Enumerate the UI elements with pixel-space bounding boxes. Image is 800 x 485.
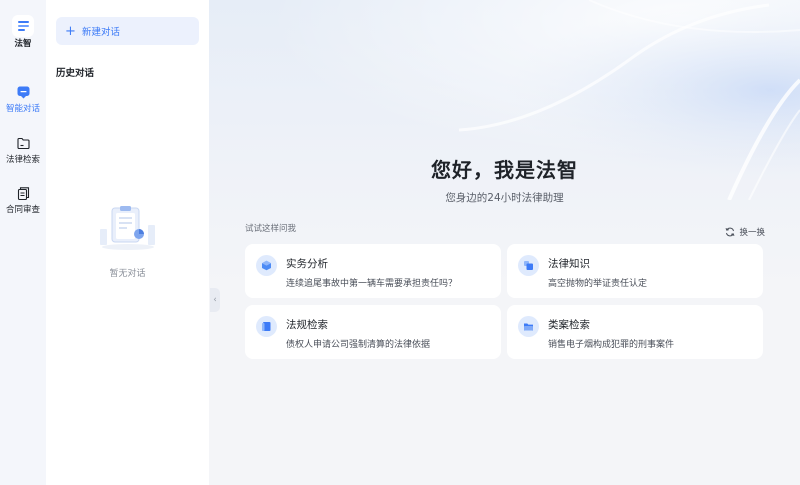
suggestion-card-practice[interactable]: 实务分析 连续追尾事故中第一辆车需要承担责任吗？ (245, 244, 501, 298)
new-chat-label: 新建对话 (82, 27, 121, 38)
suggestion-card-similar-cases[interactable]: 类案检索 销售电子烟构成犯罪的刑事案件 (507, 305, 763, 359)
blocks-icon (518, 255, 539, 276)
nav-rail: 法智 智能对话 法律检索 合同审查 (0, 0, 46, 485)
plus-icon: + (65, 23, 76, 39)
chat-icon (16, 85, 30, 99)
chevron-left-icon: ‹ (213, 295, 217, 305)
card-title: 类案检索 (548, 319, 590, 331)
card-description: 债权人申请公司强制清算的法律依据 (286, 340, 431, 350)
nav-item-label: 合同审查 (5, 205, 40, 215)
refresh-label: 换一换 (739, 227, 765, 238)
greeting-subtitle: 您身边的24小时法律助理 (445, 192, 564, 204)
refresh-icon (725, 222, 735, 241)
nav-item-label: 智能对话 (5, 104, 40, 114)
collapse-sidebar-button[interactable]: ‹ (210, 288, 220, 312)
card-title: 法规检索 (286, 319, 328, 331)
new-chat-button[interactable]: + 新建对话 (56, 17, 199, 45)
suggestion-card-regulations[interactable]: 法规检索 债权人申请公司强制清算的法律依据 (245, 305, 501, 359)
book-icon (256, 316, 277, 337)
history-panel: + 新建对话 历史对话 暂无对话 (46, 0, 209, 485)
main-area: 您好，我是法智 您身边的24小时法律助理 试试这样问我 换一换 实务分析 连续追… (209, 0, 800, 485)
empty-history-text: 暂无对话 (109, 269, 146, 279)
folder-icon (16, 136, 30, 150)
card-description: 高空抛物的举证责任认定 (548, 279, 648, 289)
app-name: 法智 (14, 39, 32, 49)
card-description: 连续追尾事故中第一辆车需要承担责任吗？ (286, 279, 458, 289)
document-icon (16, 186, 30, 200)
refresh-suggestions-button[interactable]: 换一换 (725, 222, 765, 241)
card-title: 实务分析 (286, 258, 328, 270)
suggestion-card-knowledge[interactable]: 法律知识 高空抛物的举证责任认定 (507, 244, 763, 298)
folder-search-icon (518, 316, 539, 337)
nav-item-law-search[interactable]: 法律检索 (0, 136, 46, 172)
history-title: 历史对话 (56, 68, 95, 79)
nav-item-chat[interactable]: 智能对话 (0, 85, 46, 121)
app-logo-icon (12, 15, 34, 37)
greeting-title: 您好，我是法智 (431, 158, 578, 182)
empty-clipboard-icon (98, 203, 158, 253)
cube-icon (256, 255, 277, 276)
nav-item-contract-review[interactable]: 合同审查 (0, 186, 46, 222)
card-description: 销售电子烟构成犯罪的刑事案件 (548, 340, 675, 350)
nav-item-label: 法律检索 (5, 155, 40, 165)
card-title: 法律知识 (548, 258, 590, 270)
suggestions-label: 试试这样问我 (245, 224, 297, 234)
